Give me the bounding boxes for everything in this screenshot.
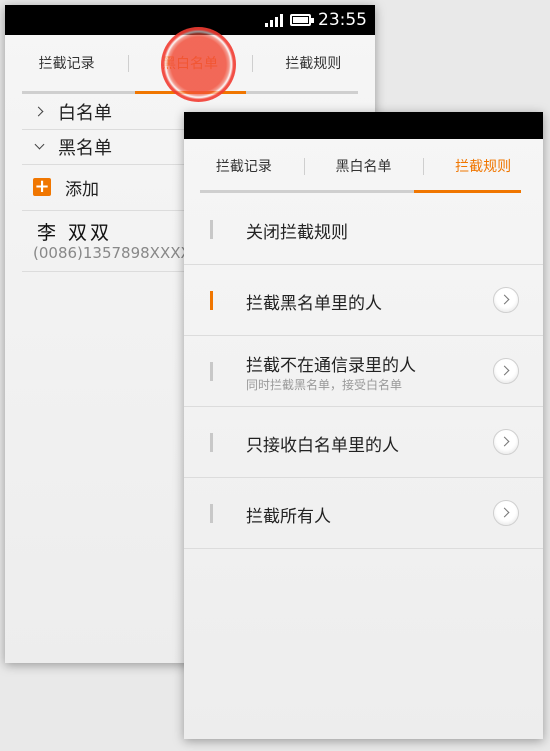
rule-label: 只接收白名单里的人 [246,436,399,456]
rule-item-block-blacklist[interactable]: 拦截黑名单里的人 [184,265,543,336]
rule-label: 拦截黑名单里的人 [246,294,382,314]
chevron-right-icon[interactable] [493,429,519,455]
rule-marker-selected [210,291,213,310]
rule-marker [210,504,213,523]
tab-intercept-log[interactable]: 拦截记录 [184,136,304,196]
chevron-right-icon [34,106,46,118]
rule-marker [210,220,213,239]
whitelist-label: 白名单 [58,102,112,124]
contact-name: 李 双双 [37,222,113,244]
rule-item-block-all[interactable]: 拦截所有人 [184,478,543,549]
rule-marker [210,433,213,452]
rule-sublabel: 同时拦截黑名单，接受白名单 [246,378,403,392]
tab-intercept-log[interactable]: 拦截记录 [5,33,128,93]
rule-item-whitelist-only[interactable]: 只接收白名单里的人 [184,407,543,478]
tab-intercept-rules[interactable]: 拦截规则 [251,33,375,93]
contact-number: (0086)1357898XXXX [33,244,191,262]
blacklist-label: 黑名单 [58,137,112,159]
signal-icon [265,13,283,27]
tap-highlight-ring [161,27,236,102]
rule-item-disable[interactable]: 关闭拦截规则 [184,194,543,265]
tab-bar: 拦截记录 黑白名单 拦截规则 [184,136,543,196]
status-bar-blank [184,112,543,139]
rule-label: 拦截所有人 [246,507,331,527]
front-screen: 拦截记录 黑白名单 拦截规则 关闭拦截规则 拦截黑名单里的人 拦截不在通信录里的… [184,112,543,739]
add-label: 添加 [65,179,99,200]
chevron-right-icon[interactable] [493,500,519,526]
rule-item-block-non-contacts[interactable]: 拦截不在通信录里的人 同时拦截黑名单，接受白名单 [184,336,543,407]
plus-icon: + [33,176,51,197]
rule-label: 关闭拦截规则 [246,223,348,243]
chevron-down-icon [34,141,46,153]
clock: 23:55 [318,10,367,30]
chevron-right-icon[interactable] [493,287,519,313]
rule-marker [210,362,213,381]
tab-intercept-rules[interactable]: 拦截规则 [423,136,543,196]
tab-black-white-list[interactable]: 黑白名单 [303,136,424,196]
rule-label: 拦截不在通信录里的人 [246,356,416,376]
battery-icon [290,14,314,26]
tab-underline [200,190,521,193]
active-tab-indicator [414,190,521,193]
chevron-right-icon[interactable] [493,358,519,384]
